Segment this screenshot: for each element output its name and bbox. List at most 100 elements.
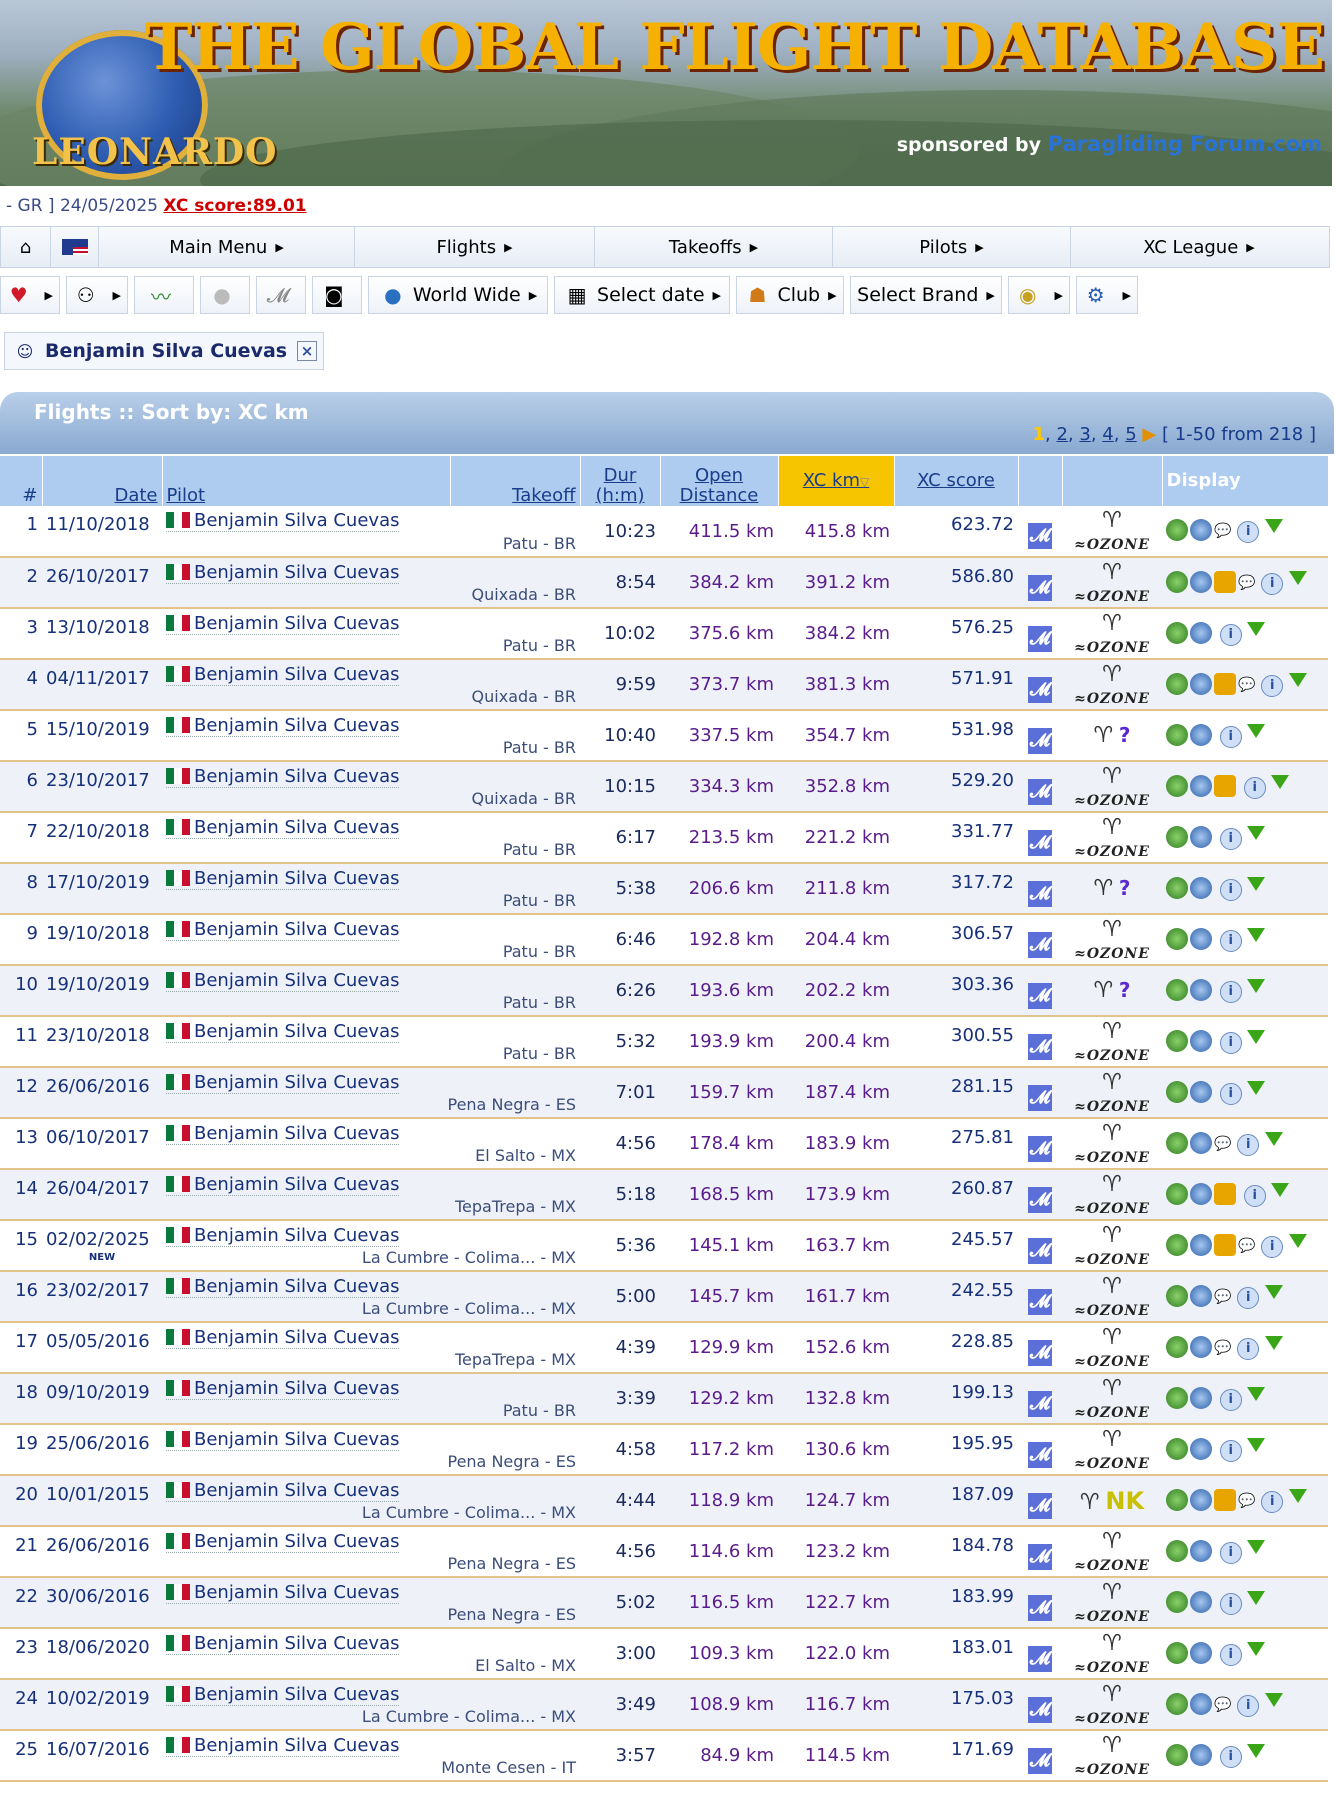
col-xc-score-sort[interactable]: XC score [894,456,1019,506]
google-maps-icon[interactable] [1166,1284,1188,1307]
menu-pilots[interactable]: Pilots ▶ [833,227,1071,267]
google-earth-icon[interactable] [1190,1335,1212,1358]
google-maps-icon[interactable] [1166,978,1188,1001]
triangle-expand-icon[interactable] [1288,570,1307,585]
table-row[interactable]: 1 11/10/2018 Benjamin Silva Cuevas Patu - B… [0,506,1328,558]
graph-icon[interactable]: 𝓜 [1028,829,1052,856]
takeoff-link[interactable]: Patu - BR [503,534,576,553]
graph-icon[interactable]: 𝓜 [1028,982,1052,1009]
google-maps-icon[interactable] [1166,519,1188,541]
graph-icon[interactable]: 𝓜 [1028,523,1052,549]
triangle-expand-icon[interactable] [1271,1182,1290,1197]
search-button[interactable]: ⚇ ▶ [66,276,128,314]
table-row[interactable]: 8 17/10/2019 Benjamin Silva Cuevas Patu - B… [0,863,1328,915]
takeoff-link[interactable]: Patu - BR [503,1044,576,1063]
menu-xc-league[interactable]: XC League ▶ [1071,227,1327,267]
info-icon[interactable]: i [1219,1031,1242,1054]
pilot-link[interactable]: Benjamin Silva Cuevas [166,1531,400,1553]
google-earth-icon[interactable] [1190,927,1212,950]
graph-button[interactable]: 𝓜 [256,276,306,314]
graph-icon[interactable]: 𝓜 [1028,676,1052,703]
ozone-brand-logo[interactable]: ≈OZONE [1074,946,1150,962]
graph-icon[interactable]: 𝓜 [1028,1390,1052,1417]
pilot-link[interactable]: Benjamin Silva Cuevas [166,664,400,686]
pilot-link[interactable]: Benjamin Silva Cuevas [166,613,400,635]
info-icon[interactable]: i [1237,1133,1260,1156]
takeoff-link[interactable]: Pena Negra - ES [447,1452,576,1471]
settings-button[interactable]: ⚙ ▶ [1076,276,1138,314]
col-xc-km-sort[interactable]: XC km▽ [778,456,895,506]
ozone-brand-logo[interactable]: ≈OZONE [1074,1150,1150,1166]
pilot-link[interactable]: Benjamin Silva Cuevas [166,510,400,532]
comment-icon[interactable]: 💬 [1238,575,1255,591]
home-button[interactable]: ⌂ [1,227,51,267]
info-icon[interactable]: i [1219,878,1242,901]
pilot-link[interactable]: Benjamin Silva Cuevas [166,868,400,890]
google-earth-icon[interactable] [1190,1131,1212,1154]
comment-icon[interactable]: 💬 [1214,1340,1231,1356]
page-link[interactable]: 4 [1102,424,1113,445]
table-row[interactable]: 3 13/10/2018 Benjamin Silva Cuevas Patu - B… [0,608,1328,660]
google-earth-icon[interactable] [1190,978,1212,1001]
ozone-brand-logo[interactable]: ≈OZONE [1074,1456,1150,1472]
graph-icon[interactable]: 𝓜 [1028,1186,1052,1213]
triangle-expand-icon[interactable] [1271,774,1290,789]
table-row[interactable]: 23 18/06/2020 Benjamin Silva Cuevas El Salt… [0,1628,1328,1680]
info-icon[interactable]: i [1219,1592,1242,1615]
table-row[interactable]: 18 09/10/2019 Benjamin Silva Cuevas Patu - … [0,1373,1328,1425]
menu-flights[interactable]: Flights ▶ [355,227,595,267]
pilot-link[interactable]: Benjamin Silva Cuevas [166,1378,400,1400]
country-button[interactable]: ◉ ▶ [1008,276,1070,314]
comment-icon[interactable]: 💬 [1238,677,1255,693]
pilot-link[interactable]: Benjamin Silva Cuevas [166,1327,400,1349]
pilot-link[interactable]: Benjamin Silva Cuevas [166,1429,400,1451]
table-row[interactable]: 4 04/11/2017 Benjamin Silva Cuevas Quixada … [0,659,1328,711]
info-icon[interactable]: i [1237,1286,1260,1309]
takeoff-link[interactable]: Quixada - BR [472,687,576,706]
pilot-link[interactable]: Benjamin Silva Cuevas [166,1123,400,1145]
graph-icon[interactable]: 𝓜 [1028,1339,1052,1366]
toggle-button[interactable]: ● [200,276,250,314]
info-icon[interactable]: i [1237,1694,1260,1717]
info-icon[interactable]: i [1261,572,1284,595]
ozone-brand-logo[interactable]: ≈OZONE [1074,793,1150,809]
info-icon[interactable]: i [1219,827,1242,850]
pilot-link[interactable]: Benjamin Silva Cuevas [166,1276,400,1298]
google-maps-icon[interactable] [1166,1437,1188,1460]
google-earth-icon[interactable] [1190,1641,1212,1664]
google-earth-icon[interactable] [1190,1590,1212,1613]
google-earth-icon[interactable] [1190,1692,1212,1715]
table-row[interactable]: 17 05/05/2016 Benjamin Silva Cuevas TepaTre… [0,1322,1328,1374]
info-icon[interactable]: i [1219,1082,1242,1105]
info-icon[interactable]: i [1237,1337,1260,1360]
google-earth-icon[interactable] [1190,1233,1212,1256]
triangle-expand-icon[interactable] [1247,1743,1266,1758]
takeoff-link[interactable]: Patu - BR [503,993,576,1012]
ozone-brand-logo[interactable]: ≈OZONE [1074,1711,1150,1727]
google-maps-icon[interactable] [1166,1641,1188,1664]
graph-icon[interactable]: 𝓜 [1028,880,1052,907]
google-maps-icon[interactable] [1166,1029,1188,1052]
ozone-brand-logo[interactable]: ≈OZONE [1074,1609,1150,1625]
unknown-brand-icon[interactable]: ? [1119,978,1131,1002]
google-earth-icon[interactable] [1190,876,1212,899]
google-maps-icon[interactable] [1166,1080,1188,1103]
google-earth-icon[interactable] [1190,672,1212,695]
table-row[interactable]: 15 02/02/2025 NEW Benjamin Silva Cuevas La C… [0,1220,1328,1272]
col-takeoff-sort[interactable]: Takeoff [450,456,581,506]
favorites-button[interactable]: ♥ ▶ [0,276,60,314]
takeoff-link[interactable]: Quixada - BR [472,585,576,604]
info-icon[interactable]: i [1243,776,1266,799]
ozone-brand-logo[interactable]: ≈OZONE [1074,537,1150,553]
takeoff-link[interactable]: La Cumbre - Colima... - MX [362,1707,576,1726]
next-page-icon[interactable]: ▶ [1142,424,1156,445]
triangle-expand-icon[interactable] [1264,1335,1283,1350]
graph-icon[interactable]: 𝓜 [1028,625,1052,652]
triangle-expand-icon[interactable] [1247,1539,1266,1554]
takeoff-link[interactable]: La Cumbre - Colima... - MX [362,1503,576,1522]
page-link[interactable]: 2 [1056,424,1067,445]
ozone-brand-logo[interactable]: ≈OZONE [1074,1201,1150,1217]
info-icon[interactable]: i [1219,1541,1242,1564]
triangle-expand-icon[interactable] [1247,927,1266,942]
google-maps-icon[interactable] [1166,1182,1188,1205]
